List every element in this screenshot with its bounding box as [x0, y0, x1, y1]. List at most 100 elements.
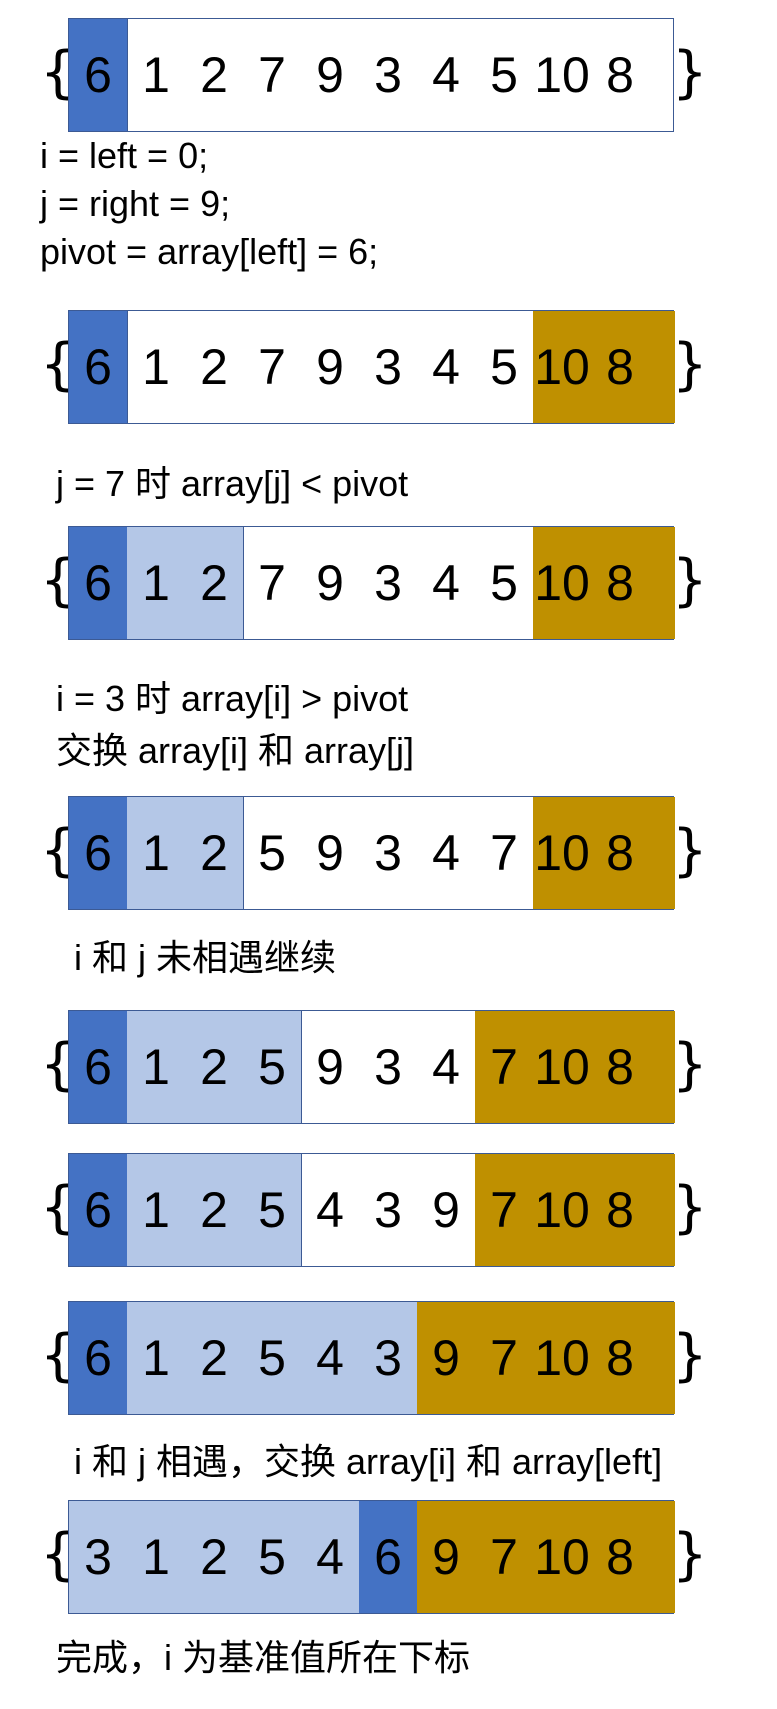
close-brace: }: [672, 1174, 708, 1240]
array-box: 6 1 2 5 4 3 9 7 10 8: [68, 1153, 675, 1267]
array-cell-value: 3: [374, 825, 402, 881]
array-cell-value: 1: [142, 555, 170, 611]
array-cell-value: 8: [606, 1039, 634, 1095]
array-cell-value: 10: [534, 825, 590, 881]
array-cell-value: 2: [200, 1529, 228, 1585]
array-cell-value: 10: [534, 47, 590, 103]
array-cell-value: 2: [200, 555, 228, 611]
array-cell-value: 4: [316, 1330, 344, 1386]
array-cell-value: 2: [200, 47, 228, 103]
array-cell-value: 7: [490, 1039, 518, 1095]
array-cell-value: 10: [534, 1529, 590, 1585]
array-box: 6 1 2 5 4 3 9 7 10 8: [68, 1301, 675, 1415]
array-cell-value: 3: [374, 1039, 402, 1095]
array-box: 6 1 2 7 9 3 4 5 10 8: [68, 526, 675, 640]
array-cell-value: 8: [606, 1529, 634, 1585]
array-cell-value: 4: [432, 555, 460, 611]
array-box: 6 1 2 5 9 3 4 7 10 8: [68, 796, 675, 910]
array-cell-value: 9: [316, 47, 344, 103]
array-cell-value: 2: [200, 339, 228, 395]
array-box: 6 1 2 7 9 3 4 5 10 8: [68, 18, 674, 132]
array-cell-value: 9: [316, 1039, 344, 1095]
array-cell-value: 8: [606, 825, 634, 881]
done-text: 完成，i 为基准值所在下标: [56, 1637, 471, 1678]
array-cell-value: 7: [258, 47, 286, 103]
close-brace: }: [672, 1521, 708, 1587]
continue-text: i 和 j 未相遇继续: [74, 937, 337, 978]
array-cell-value: 6: [84, 555, 112, 611]
array-cell-value: 5: [490, 47, 518, 103]
array-cell-value: 8: [606, 555, 634, 611]
array-cell-value: 6: [374, 1529, 402, 1585]
array-cell-value: 8: [606, 339, 634, 395]
swap-text: 交换 array[i] 和 array[j]: [56, 730, 415, 771]
array-box: 6 1 2 5 9 3 4 7 10 8: [68, 1010, 675, 1124]
array-cell-value: 2: [200, 1039, 228, 1095]
array-cell-value: 6: [84, 339, 112, 395]
array-cell-value: 5: [490, 339, 518, 395]
array-cell-value: 5: [258, 1330, 286, 1386]
init-i-text: i = left = 0;: [40, 135, 209, 176]
array-cell-value: 5: [490, 555, 518, 611]
step-j-text: j = 7 时 array[j] < pivot: [56, 463, 409, 504]
array-box: 6 1 2 7 9 3 4 5 10 8: [68, 310, 675, 424]
array-cell-value: 3: [374, 1182, 402, 1238]
close-brace: }: [672, 1031, 708, 1097]
array-cell-value: 9: [316, 555, 344, 611]
array-cell-value: 4: [432, 1039, 460, 1095]
array-cell-value: 9: [432, 1182, 460, 1238]
array-cell-value: 2: [200, 1182, 228, 1238]
array-cell-value: 10: [534, 339, 590, 395]
array-cell-value: 7: [490, 1330, 518, 1386]
array-cell-value: 9: [316, 339, 344, 395]
step-i-text: i = 3 时 array[i] > pivot: [56, 678, 409, 719]
array-cell-value: 8: [606, 47, 634, 103]
array-cell-value: 9: [316, 825, 344, 881]
array-cell-value: 10: [534, 555, 590, 611]
init-pivot-text: pivot = array[left] = 6;: [40, 231, 379, 272]
array-cell-value: 10: [534, 1330, 590, 1386]
array-cell-value: 1: [142, 47, 170, 103]
array-cell-value: 6: [84, 1330, 112, 1386]
array-cell-value: 4: [432, 47, 460, 103]
array-cell-value: 9: [432, 1529, 460, 1585]
array-cell-value: 6: [84, 1039, 112, 1095]
array-cell-value: 2: [200, 1330, 228, 1386]
close-brace: }: [672, 1322, 708, 1388]
array-cell-value: 4: [316, 1182, 344, 1238]
array-cell-value: 3: [374, 339, 402, 395]
array-cell-value: 5: [258, 825, 286, 881]
close-brace: }: [672, 39, 708, 105]
array-cell-value: 7: [490, 1182, 518, 1238]
array-cell-value: 6: [84, 1182, 112, 1238]
array-cell-value: 1: [142, 1039, 170, 1095]
array-cell-value: 6: [84, 47, 112, 103]
meet-text: i 和 j 相遇，交换 array[i] 和 array[left]: [74, 1441, 663, 1482]
array-cell-value: 4: [432, 339, 460, 395]
array-cell-value: 3: [84, 1529, 112, 1585]
close-brace: }: [672, 817, 708, 883]
array-cell-value: 7: [258, 339, 286, 395]
close-brace: }: [672, 547, 708, 613]
array-cell-value: 5: [258, 1182, 286, 1238]
array-box: 3 1 2 5 4 6 9 7 10 8: [68, 1500, 675, 1614]
array-cell-value: 10: [534, 1039, 590, 1095]
array-cell-value: 4: [316, 1529, 344, 1585]
array-cell-value: 5: [258, 1529, 286, 1585]
array-cell-value: 5: [258, 1039, 286, 1095]
array-cell-value: 2: [200, 825, 228, 881]
array-cell-value: 3: [374, 47, 402, 103]
array-cell-value: 3: [374, 1330, 402, 1386]
array-cell-value: 1: [142, 1330, 170, 1386]
array-cell-value: 10: [534, 1182, 590, 1238]
array-cell-value: 4: [432, 825, 460, 881]
init-j-text: j = right = 9;: [40, 183, 231, 224]
array-cell-value: 6: [84, 825, 112, 881]
close-brace: }: [672, 331, 708, 397]
array-cell-value: 8: [606, 1182, 634, 1238]
array-cell-value: 1: [142, 339, 170, 395]
array-cell-value: 7: [258, 555, 286, 611]
array-cell-value: 1: [142, 1529, 170, 1585]
array-cell-value: 7: [490, 1529, 518, 1585]
array-cell-value: 7: [490, 825, 518, 881]
